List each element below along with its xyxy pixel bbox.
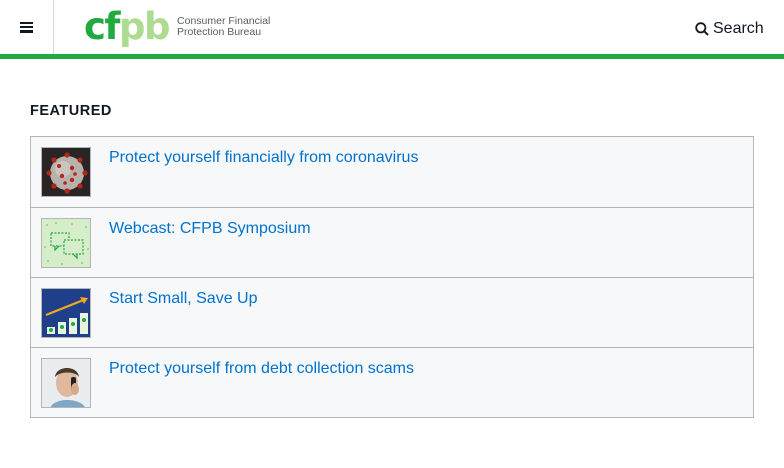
chat-bubbles-image	[41, 218, 91, 268]
featured-link-debt-collection[interactable]: Protect yourself from debt collection sc…	[109, 360, 414, 378]
search-label: Search	[713, 20, 764, 37]
search-icon	[695, 22, 709, 36]
featured-link-webcast[interactable]: Webcast: CFPB Symposium	[109, 220, 311, 238]
featured-heading: FEATURED	[30, 103, 112, 119]
search-button[interactable]: Search	[695, 19, 764, 39]
featured-item-coronavirus[interactable]: Protect yourself financially from corona…	[31, 137, 753, 207]
logo-line-2: Protection Bureau	[177, 26, 262, 38]
site-header: cfpb Consumer Financial Protection Burea…	[0, 0, 784, 54]
featured-list: Protect yourself financially from corona…	[30, 136, 754, 418]
savings-growth-image	[41, 288, 91, 338]
logo-wordmark: Consumer Financial Protection Bureau	[177, 16, 272, 38]
coronavirus-image	[41, 147, 91, 197]
featured-item-debt-collection[interactable]: Protect yourself from debt collection sc…	[31, 347, 753, 417]
header-accent-bar	[0, 54, 784, 59]
man-on-phone-image	[41, 358, 91, 408]
cfpb-logo[interactable]: cfpb Consumer Financial Protection Burea…	[84, 5, 272, 48]
hamburger-icon	[20, 21, 33, 33]
menu-button[interactable]	[0, 0, 54, 54]
featured-link-coronavirus[interactable]: Protect yourself financially from corona…	[109, 149, 418, 167]
logo-mark: cfpb	[84, 5, 171, 48]
featured-link-start-small[interactable]: Start Small, Save Up	[109, 290, 258, 308]
featured-item-start-small[interactable]: Start Small, Save Up	[31, 277, 753, 347]
featured-item-webcast[interactable]: Webcast: CFPB Symposium	[31, 207, 753, 277]
